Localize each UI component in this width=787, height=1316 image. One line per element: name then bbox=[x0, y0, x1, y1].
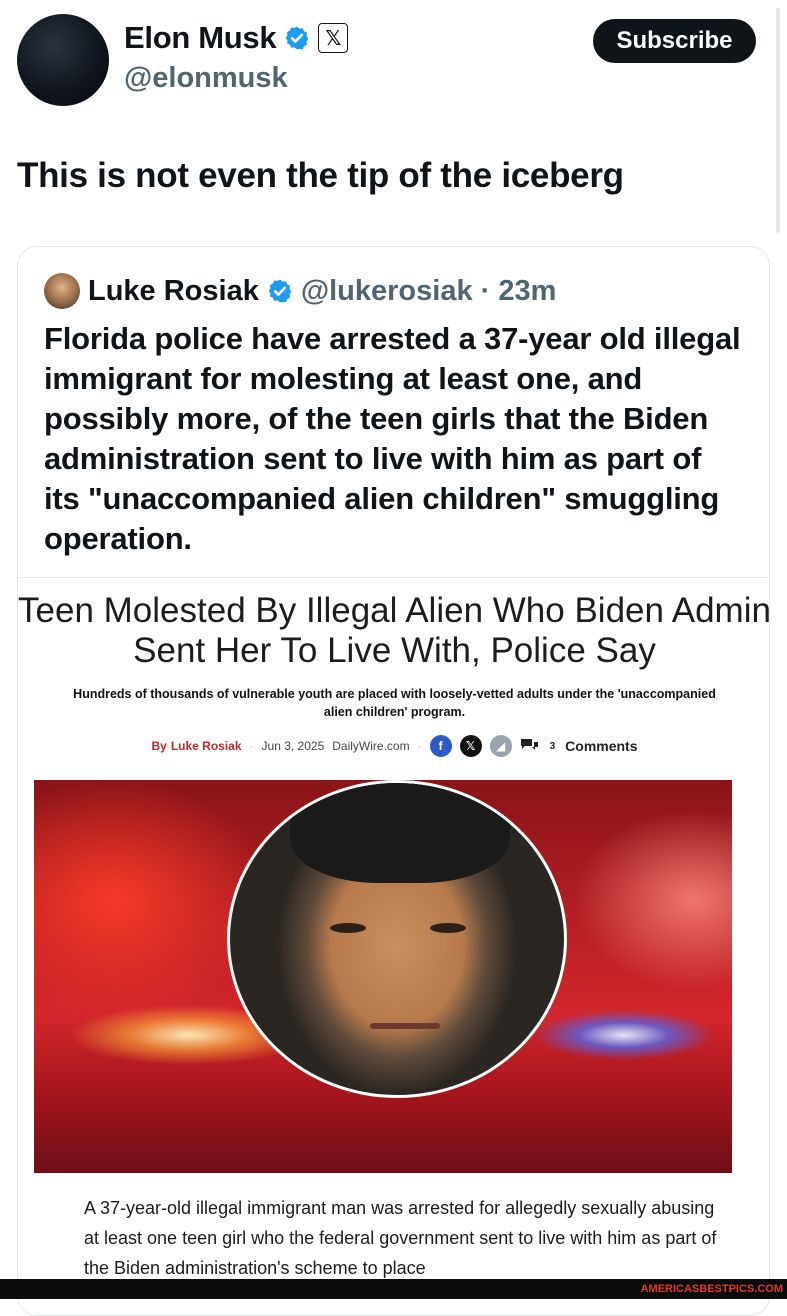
telegram-share-icon[interactable]: ◢ bbox=[489, 735, 512, 757]
article-byline: By Luke Rosiak · Jun 3, 2025 DailyWire.c… bbox=[18, 735, 769, 757]
byline-prefix: By bbox=[151, 739, 167, 753]
facebook-share-icon[interactable]: f bbox=[429, 735, 452, 757]
mugshot-mouth bbox=[370, 1023, 440, 1029]
quoted-post-text: Florida police have arrested a 37-year o… bbox=[44, 321, 741, 556]
author-name-row: Elon Musk 𝕏 bbox=[124, 20, 349, 56]
mugshot-eye-left bbox=[330, 923, 366, 933]
comments-icon bbox=[520, 739, 538, 750]
article-title[interactable]: Teen Molested By Illegal Alien Who Biden… bbox=[18, 591, 769, 671]
x-share-icon[interactable]: 𝕏 bbox=[459, 735, 482, 757]
comments-label: Comments bbox=[565, 738, 638, 754]
subscribe-button[interactable]: Subscribe bbox=[593, 19, 756, 63]
article-hero-image[interactable] bbox=[34, 780, 732, 1173]
quoted-post-header: Luke Rosiak @lukerosiak · 23m bbox=[44, 273, 556, 309]
quoted-author-name[interactable]: Luke Rosiak bbox=[88, 275, 259, 308]
byline-separator: · bbox=[417, 739, 422, 753]
mugshot-eye-right bbox=[430, 923, 466, 933]
watermark-text: AMERICASBESTPICS.COM bbox=[640, 1283, 783, 1295]
verified-badge-icon bbox=[285, 26, 309, 50]
article-body-text: A 37-year-old illegal immigrant man was … bbox=[84, 1198, 717, 1278]
article-subtitle: Hundreds of thousands of vulnerable yout… bbox=[73, 687, 716, 719]
scrollbar[interactable] bbox=[776, 8, 780, 233]
quoted-verified-badge-icon bbox=[268, 279, 292, 303]
article-author-link[interactable]: Luke Rosiak bbox=[171, 739, 242, 753]
comment-count: 3 bbox=[549, 740, 556, 752]
author-avatar[interactable] bbox=[17, 14, 109, 106]
byline-separator: · bbox=[249, 739, 254, 753]
quoted-author-avatar[interactable] bbox=[44, 273, 80, 309]
mugshot-hair bbox=[290, 783, 510, 883]
comments-link[interactable]: 3 Comments bbox=[520, 737, 638, 755]
author-handle[interactable]: @elonmusk bbox=[124, 62, 288, 95]
quoted-post-card[interactable]: Luke Rosiak @lukerosiak · 23m Florida po… bbox=[17, 246, 770, 1316]
article-source: DailyWire.com bbox=[332, 739, 410, 753]
post-text: This is not even the tip of the iceberg bbox=[17, 156, 624, 195]
x-logo-icon: 𝕏 bbox=[318, 23, 349, 53]
mugshot-photo bbox=[227, 780, 567, 1098]
divider bbox=[18, 577, 769, 578]
quoted-author-handle-time[interactable]: @lukerosiak · 23m bbox=[301, 275, 557, 308]
author-name[interactable]: Elon Musk bbox=[124, 20, 277, 56]
article-date: Jun 3, 2025 bbox=[261, 739, 325, 753]
